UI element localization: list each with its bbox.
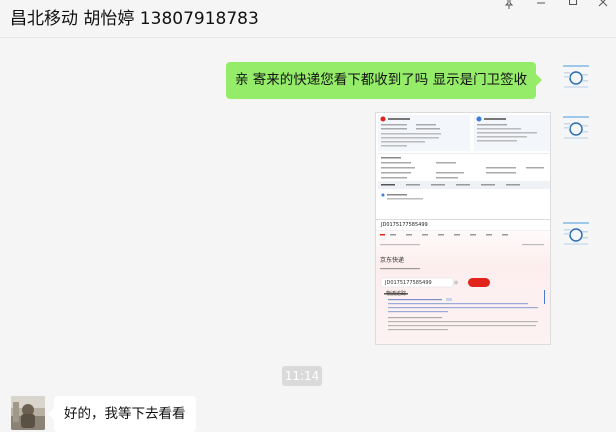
minimize-icon[interactable] — [530, 0, 552, 12]
tracking-number-text: JD0175177585499 — [381, 222, 428, 228]
self-avatar[interactable] — [561, 219, 591, 249]
chat-title-bar: 昌北移动 胡怡婷 13807918783 — [0, 0, 616, 38]
pin-icon[interactable] — [498, 0, 520, 12]
timestamp-badge: 11:14 — [282, 366, 322, 386]
tracking-query-value: JD0175177585499 — [385, 280, 432, 286]
chat-title: 昌北移动 胡怡婷 13807918783 — [10, 9, 259, 29]
contact-avatar[interactable] — [11, 396, 45, 430]
outgoing-image-message[interactable] — [375, 112, 551, 228]
outgoing-message-bubble[interactable]: 亲 寄来的快递您看下都收到了吗 显示是门卫签收 — [226, 62, 543, 99]
screenshot-thumbnail — [376, 113, 550, 227]
self-avatar[interactable] — [561, 62, 591, 92]
message-list[interactable]: 亲 寄来的快递您看下都收到了吗 显示是门卫签收 JD0175177585499 … — [0, 38, 616, 432]
self-avatar[interactable] — [561, 113, 591, 143]
courier-heading: 京东快递 — [380, 257, 405, 264]
maximize-icon[interactable] — [562, 0, 584, 12]
close-icon[interactable] — [592, 0, 614, 12]
incoming-message-bubble[interactable]: 好的，我等下去看看 — [48, 396, 196, 432]
outgoing-image-message[interactable]: JD0175177585499 京东快递 JD0175177585499 物流追… — [375, 219, 551, 345]
tracking-section-title: 物流追踪 — [386, 291, 407, 297]
